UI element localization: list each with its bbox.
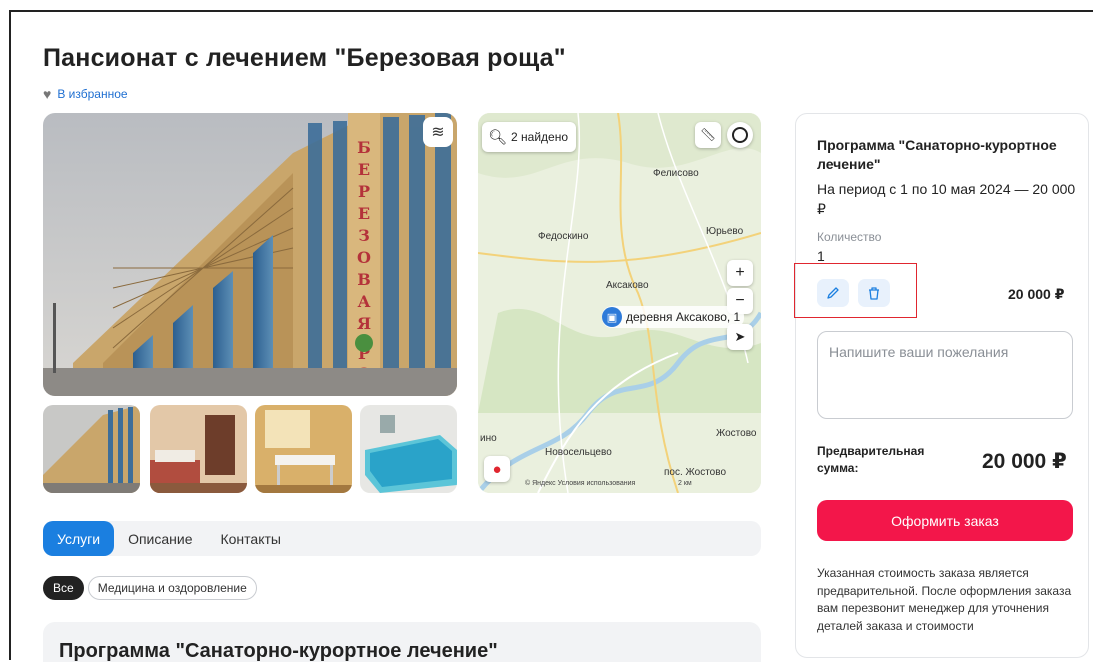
room-thumb-image: [150, 405, 247, 493]
medical-room-thumb-image: [255, 405, 352, 493]
bath-thumb-image: [360, 405, 457, 493]
filter-chips: Все Медицина и оздоровление: [43, 576, 257, 600]
quantity-label: Количество: [817, 230, 882, 244]
svg-text:В: В: [357, 270, 371, 289]
highlight-box: [794, 263, 917, 318]
map-layers-button[interactable]: [727, 122, 753, 148]
order-note: Указанная стоимость заказа является пред…: [817, 566, 1072, 633]
quantity-value: 1: [817, 248, 825, 264]
order-program-title: Программа "Санаторно-курортное лечение": [817, 137, 1057, 172]
photo-panorama-button[interactable]: ≋: [423, 117, 453, 147]
wishes-input[interactable]: [817, 331, 1073, 419]
line-price: 20 000 ₽: [1008, 286, 1065, 302]
heart-icon: ♥: [43, 86, 52, 102]
tab-services[interactable]: Услуги: [43, 521, 115, 556]
svg-text:Б: Б: [357, 138, 371, 157]
search-icon: 🔍︎: [488, 129, 508, 146]
program-title: Программа "Санаторно-курортное лечение": [59, 640, 498, 662]
plus-icon: +: [735, 264, 745, 281]
map-place: Юрьево: [706, 226, 744, 237]
location-arrow-icon: ➤: [734, 329, 746, 344]
chip-medicine[interactable]: Медицина и оздоровление: [87, 576, 257, 600]
thumbnail-bath[interactable]: [360, 405, 457, 493]
main-photo[interactable]: БЕР ЕЗО ВАЯ РО: [43, 113, 457, 396]
section-tabs: Услуги Описание Контакты: [43, 521, 761, 556]
svg-text:З: З: [358, 226, 370, 245]
thumbnail-building[interactable]: [43, 405, 140, 493]
map-place: пос. Жостово: [664, 467, 727, 478]
page-title: Пансионат с лечением "Березовая роща": [43, 44, 566, 72]
pencil-icon: [827, 287, 839, 299]
map-search-count: 2 найдено: [511, 130, 569, 144]
map-search-results-button[interactable]: 🔍︎ 2 найдено: [482, 122, 577, 152]
building-thumb-image: [43, 405, 140, 493]
svg-text:А: А: [357, 292, 370, 311]
trash-icon: [869, 287, 879, 300]
red-pin-icon: ●: [492, 460, 502, 478]
add-to-favorites-link[interactable]: ♥ В избранное: [43, 86, 128, 102]
map-location-marker[interactable]: ▣ деревня Аксаково, 1: [602, 306, 745, 328]
map-zoom-in-button[interactable]: +: [727, 260, 753, 286]
svg-text:Е: Е: [358, 160, 370, 179]
svg-text:Е: Е: [358, 204, 370, 223]
map-place: Новосельцево: [545, 447, 612, 458]
waves-icon: ≋: [431, 124, 445, 141]
pre-total-label-text: Предварительная сумма:: [817, 444, 925, 475]
svg-text:Р: Р: [358, 182, 370, 201]
thumbnail-room[interactable]: [150, 405, 247, 493]
map-pin-text: деревня Аксаково, 1: [626, 310, 741, 324]
chip-all[interactable]: Все: [43, 576, 84, 600]
map-copyright[interactable]: © Яндекс Условия использования: [525, 480, 635, 487]
map-scale: 2 км: [678, 480, 692, 487]
place-order-button[interactable]: Оформить заказ: [817, 500, 1073, 541]
map-ruler-button[interactable]: 📏︎: [695, 122, 721, 148]
ruler-icon: 📏︎: [699, 127, 717, 142]
building-photo: БЕР ЕЗО ВАЯ РО: [43, 113, 457, 396]
edit-button[interactable]: [817, 279, 849, 307]
thumbnail-medical-room[interactable]: [255, 405, 352, 493]
pre-total-value: 20 000 ₽: [982, 450, 1067, 473]
map-place: Жостово: [716, 428, 757, 439]
tab-description[interactable]: Описание: [114, 521, 206, 556]
map-place: Аксаково: [606, 280, 649, 291]
map-pin-button[interactable]: ●: [484, 456, 510, 482]
tab-contacts[interactable]: Контакты: [206, 521, 294, 556]
map-place: Федоскино: [538, 231, 589, 242]
program-card: Программа "Санаторно-курортное лечение": [43, 622, 761, 662]
favorites-label: В избранное: [57, 87, 128, 101]
map-place: Фелисово: [653, 168, 699, 179]
svg-text:О: О: [357, 248, 371, 267]
building-pin-icon: ▣: [602, 307, 622, 327]
map-place: ино: [480, 433, 497, 444]
svg-text:Я: Я: [357, 314, 371, 333]
pre-total-label: Предварительная сумма:: [817, 443, 947, 477]
order-period: На период с 1 по 10 мая 2024 — 20 000 ₽: [817, 181, 1076, 217]
delete-button[interactable]: [858, 279, 890, 307]
circle-icon: [732, 127, 748, 143]
